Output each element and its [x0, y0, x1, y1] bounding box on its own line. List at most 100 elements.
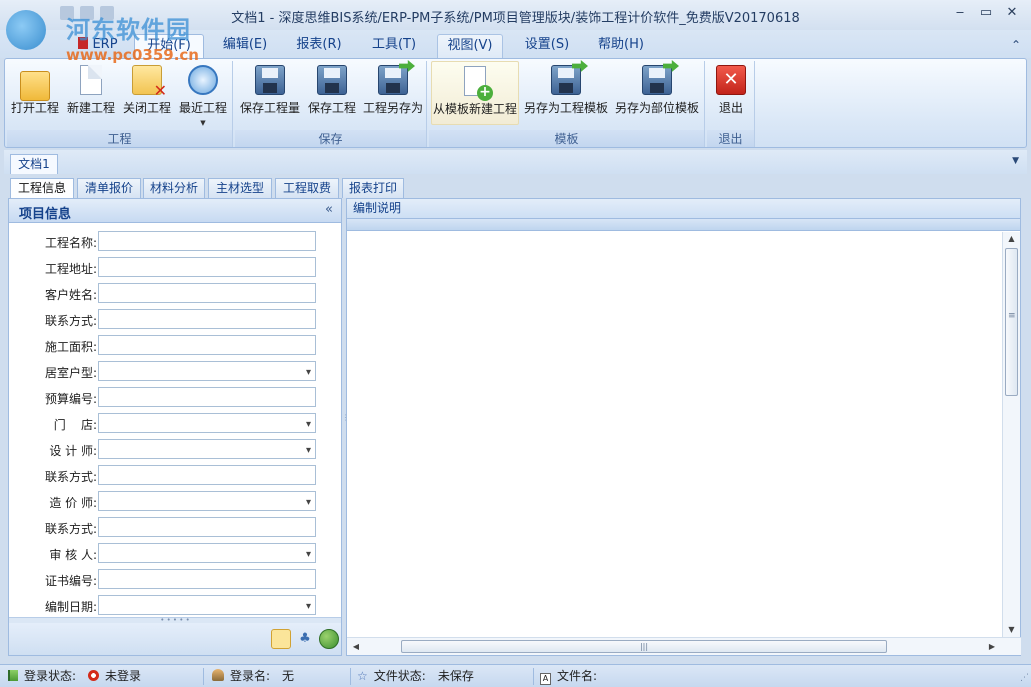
- save-disk-icon: [255, 65, 285, 95]
- tab-tools[interactable]: 工具(T): [363, 34, 425, 58]
- resize-grip-icon[interactable]: ⋰: [1020, 673, 1029, 683]
- field-label: 联系方式:: [44, 314, 97, 328]
- scroll-right-icon[interactable]: ▶: [985, 638, 999, 655]
- field-label: 工程地址:: [44, 262, 97, 276]
- flag-icon: [8, 670, 18, 681]
- tab-bill-quote[interactable]: 清单报价: [77, 178, 141, 198]
- folder-view-icon[interactable]: [271, 629, 291, 649]
- recent-clock-icon: [188, 65, 218, 95]
- compile-date-select[interactable]: [98, 595, 316, 616]
- reviewer-select[interactable]: [98, 543, 316, 564]
- field-label: 工程名称:: [44, 236, 97, 250]
- group-project: 打开工程 新建工程 关闭工程 最近工程 ▼ 工程: [7, 61, 233, 147]
- save-project-as-button[interactable]: 工程另存为: [361, 60, 425, 125]
- new-project-button[interactable]: 新建工程: [65, 61, 117, 125]
- project-info-title: 项目信息: [19, 207, 72, 222]
- form-row-budget-no: 预算编号:: [9, 387, 343, 409]
- tab-edit[interactable]: 编辑(E): [214, 34, 276, 58]
- scroll-left-icon[interactable]: ◀: [349, 638, 363, 655]
- save-quantities-button[interactable]: 保存工程量: [237, 61, 303, 125]
- file-status: ☆ 文件状态: 未保存: [357, 669, 474, 683]
- tab-project-fees[interactable]: 工程取费: [275, 178, 339, 198]
- offline-status-icon: [88, 670, 100, 681]
- exit-x-icon: ✕: [716, 65, 746, 95]
- group-label-template: 模板: [429, 130, 704, 147]
- horizontal-scroll-thumb[interactable]: |||: [401, 640, 887, 653]
- contact-input[interactable]: [98, 309, 316, 329]
- watermark-url: www.pc0359.cn: [66, 46, 199, 64]
- globe-icon[interactable]: [319, 629, 339, 649]
- form-row-customer-name: 客户姓名:: [9, 283, 343, 305]
- vertical-scroll-thumb[interactable]: [1005, 248, 1018, 396]
- document-list-dropdown-icon[interactable]: ▼: [1012, 156, 1019, 166]
- field-label: 证书编号:: [44, 574, 97, 588]
- tab-settings[interactable]: 设置(S): [516, 34, 578, 58]
- field-label: 门 店:: [53, 418, 97, 432]
- folder-open-icon: [20, 71, 50, 101]
- vertical-scrollbar[interactable]: ▲ ▼: [1002, 232, 1020, 637]
- room-type-select[interactable]: [98, 361, 316, 382]
- certificate-number-input[interactable]: [98, 569, 316, 589]
- group-template: 从模板新建工程 另存为工程模板 另存为部位模板 模板: [429, 60, 705, 147]
- save-as-project-template-button[interactable]: 另存为工程模板: [523, 60, 609, 125]
- close-project-button[interactable]: 关闭工程: [121, 61, 173, 125]
- form-row-engineer-contact: 联系方式:: [9, 517, 343, 539]
- status-divider: [533, 668, 534, 685]
- form-row-area: 施工面积:: [9, 335, 343, 357]
- tree-view-icon[interactable]: ♣: [295, 629, 315, 649]
- field-label: 客户姓名:: [44, 288, 97, 302]
- new-from-template-button[interactable]: 从模板新建工程: [431, 61, 519, 125]
- group-exit: ✕ 退出 退出: [707, 61, 755, 147]
- engineer-contact-input[interactable]: [98, 517, 316, 537]
- maximize-button[interactable]: ▭: [975, 4, 997, 22]
- collapse-ribbon-icon[interactable]: ⌃: [1011, 38, 1021, 52]
- tab-project-info[interactable]: 工程信息: [10, 178, 74, 198]
- project-address-input[interactable]: [98, 257, 316, 277]
- collapse-panel-icon[interactable]: «: [325, 202, 333, 217]
- document-icon: A: [540, 673, 551, 685]
- document-tab[interactable]: 文档1: [10, 154, 58, 174]
- tab-main-material[interactable]: 主材选型: [208, 178, 272, 198]
- status-divider: [350, 668, 351, 685]
- field-label: 施工面积:: [44, 340, 97, 354]
- project-name-input[interactable]: [98, 231, 316, 251]
- scroll-down-icon[interactable]: ▼: [1003, 623, 1020, 637]
- tab-material-analysis[interactable]: 材料分析: [143, 178, 205, 198]
- form-row-date: 编制日期:: [9, 595, 343, 617]
- exit-button[interactable]: ✕ 退出: [709, 61, 753, 125]
- description-panel: 编制说明 ▲ ▼ ◀ ||| ▶: [346, 198, 1021, 656]
- user-icon: [212, 669, 224, 681]
- open-project-button[interactable]: 打开工程: [9, 61, 61, 125]
- save-project-button[interactable]: 保存工程: [305, 61, 359, 125]
- scroll-up-icon[interactable]: ▲: [1003, 232, 1020, 246]
- customer-name-input[interactable]: [98, 283, 316, 303]
- watermark: 河东软件园 www.pc0359.cn: [4, 2, 204, 64]
- tab-report-print[interactable]: 报表打印: [342, 178, 404, 198]
- designer-select[interactable]: [98, 439, 316, 460]
- tab-report[interactable]: 报表(R): [288, 34, 350, 58]
- save-part-template-icon: [642, 60, 679, 95]
- project-tabs: 工程信息 清单报价 材料分析 主材选型 工程取费 报表打印: [8, 176, 1027, 198]
- budget-number-input[interactable]: [98, 387, 316, 407]
- field-label: 联系方式:: [44, 470, 97, 484]
- group-save: 保存工程量 保存工程 工程另存为 保存: [235, 60, 427, 147]
- save-as-icon: [378, 60, 415, 95]
- designer-contact-input[interactable]: [98, 465, 316, 485]
- field-label: 居室户型:: [44, 366, 97, 380]
- horizontal-scrollbar[interactable]: ◀ ||| ▶: [347, 637, 1021, 655]
- new-document-icon: [80, 65, 102, 95]
- store-select[interactable]: [98, 413, 316, 434]
- minimize-button[interactable]: ‒: [949, 4, 971, 22]
- field-label: 预算编号:: [44, 392, 97, 406]
- tab-view[interactable]: 视图(V): [437, 34, 503, 58]
- description-title: 编制说明: [347, 199, 1020, 219]
- close-button[interactable]: ✕: [1001, 4, 1023, 22]
- tab-help[interactable]: 帮助(H): [590, 34, 652, 58]
- recent-projects-button[interactable]: 最近工程 ▼: [177, 61, 229, 127]
- document-tab-strip: 文档1 ▼: [4, 150, 1027, 174]
- save-as-part-template-button[interactable]: 另存为部位模板: [613, 60, 701, 125]
- construction-area-input[interactable]: [98, 335, 316, 355]
- save-template-icon: [551, 60, 588, 95]
- cost-engineer-select[interactable]: [98, 491, 316, 512]
- field-label: 设 计 师:: [49, 444, 97, 458]
